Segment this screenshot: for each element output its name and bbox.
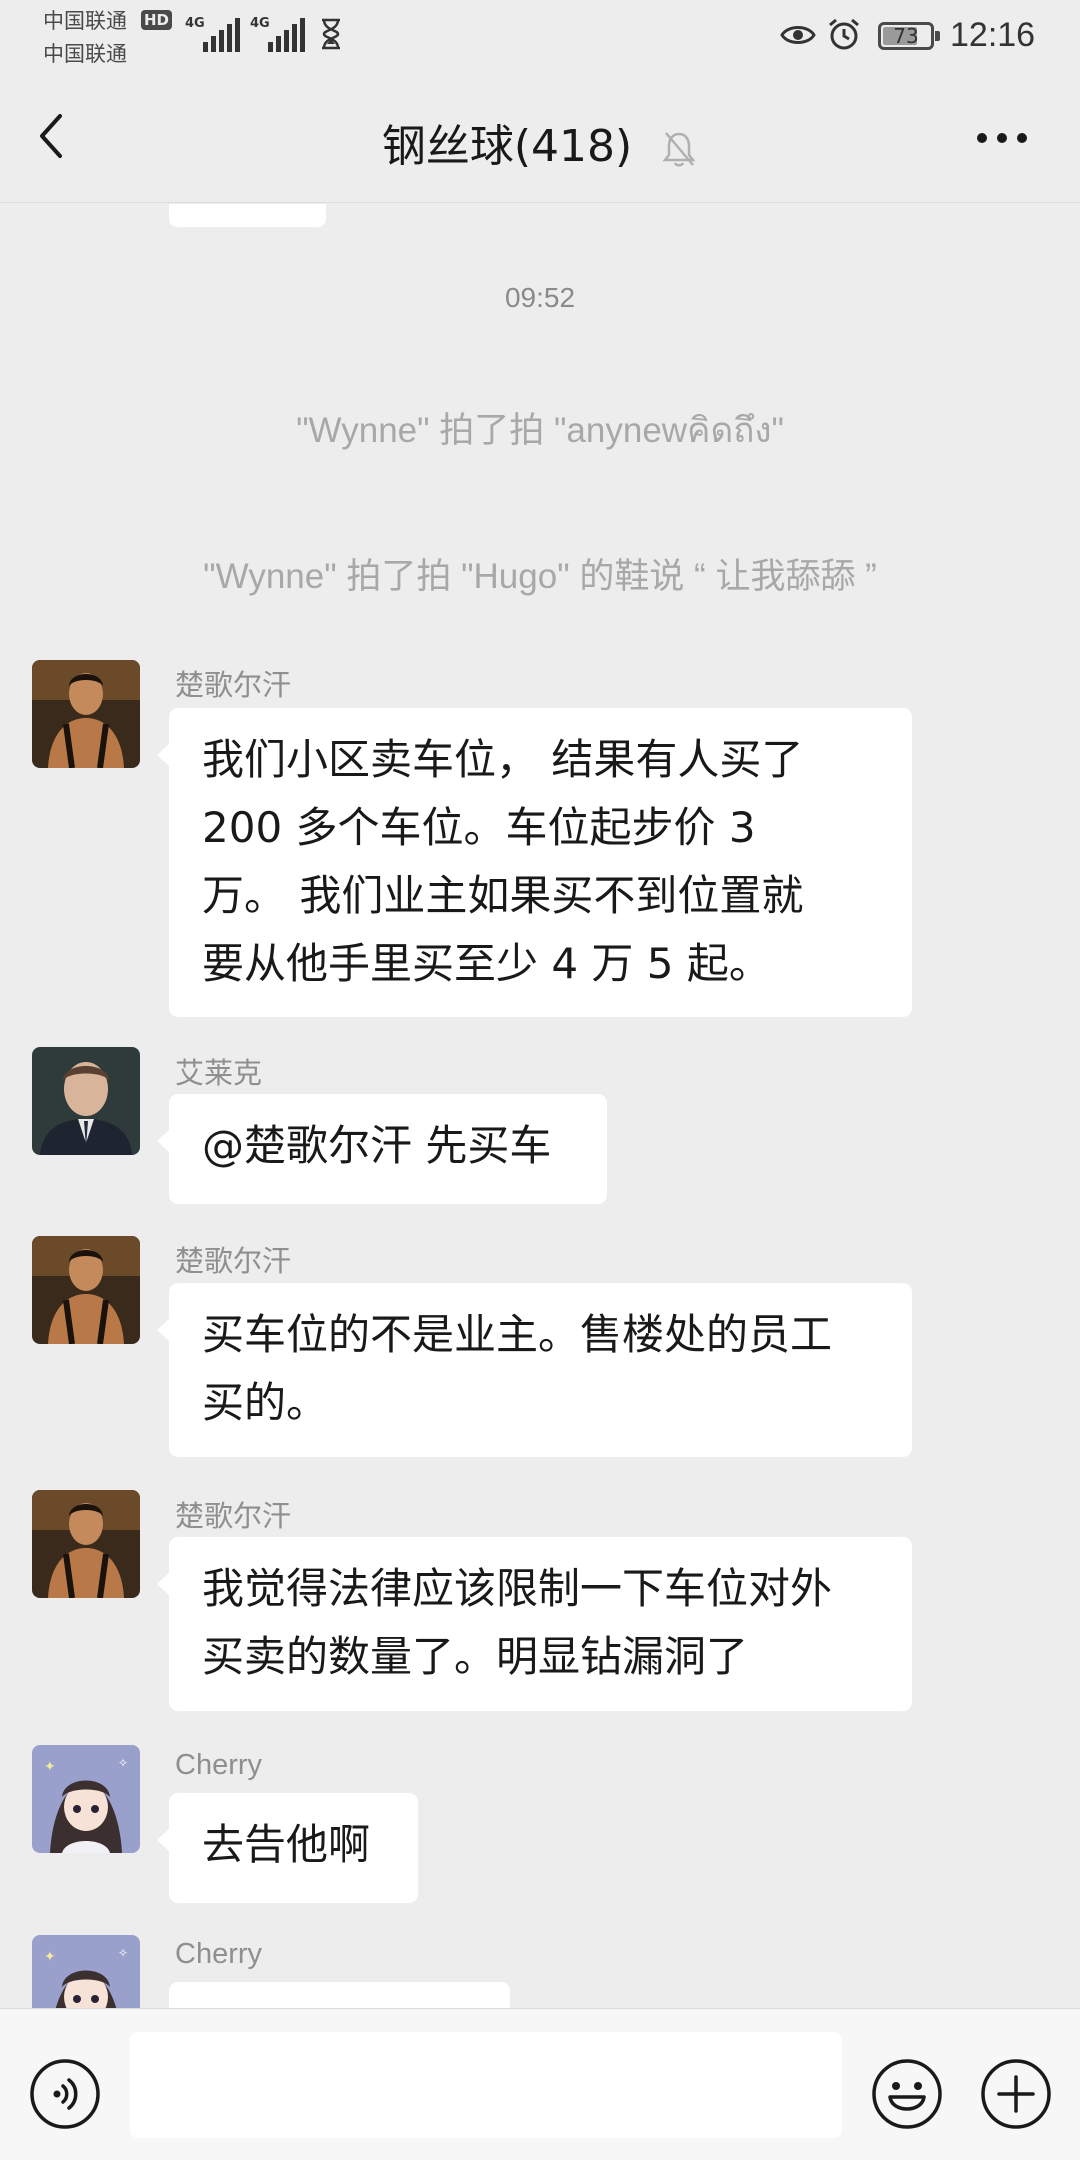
- system-message: "Wynne" 拍了拍 "anynewคิดถึง": [296, 411, 784, 450]
- message-bubble[interactable]: 我们小区卖车位， 结果有人买了 200 多个车位。车位起步价 3 万。 我们业主…: [157, 708, 912, 1017]
- message-text: 买的。: [202, 1378, 329, 1427]
- avatar[interactable]: [32, 1047, 140, 1155]
- sender-name: Cherry: [175, 1938, 263, 1970]
- page-title: 钢丝球(418): [0, 110, 1080, 174]
- system-message: "Wynne" 拍了拍 "Hugo" 的鞋说 “ 让我舔舔 ”: [203, 557, 877, 596]
- message-text: 200 多个车位。车位起步价 3: [202, 803, 756, 852]
- sender-name: 楚歌尔汗: [175, 1501, 292, 1533]
- message-text: 我们小区卖车位， 结果有人买了: [202, 735, 804, 784]
- message-text: 万。 我们业主如果买不到位置就: [202, 871, 804, 920]
- svg-text:✦: ✦: [44, 1759, 56, 1775]
- message-bubble[interactable]: 去告他啊: [157, 1793, 418, 1903]
- status-bar: 中国联通 中国联通 HD 4G 4G 73 12:16: [0, 0, 1080, 68]
- message-input[interactable]: [130, 2032, 842, 2138]
- chat-header: 钢丝球(418): [0, 68, 1080, 203]
- avatar[interactable]: ✦ ✧: [32, 1745, 140, 1853]
- more-dots-icon[interactable]: [974, 126, 1030, 150]
- eye-icon: [780, 26, 816, 44]
- avatar[interactable]: [32, 1490, 140, 1598]
- group-name: 钢丝球(418): [381, 121, 633, 172]
- message-text: 我觉得法律应该限制一下车位对外: [202, 1564, 833, 1613]
- sender-name: 楚歌尔汗: [175, 670, 292, 702]
- sender-name: 艾莱克: [175, 1058, 263, 1090]
- emoji-icon[interactable]: [870, 2057, 944, 2131]
- carrier-2: 中国联通: [43, 42, 127, 66]
- message-bubble[interactable]: 我觉得法律应该限制一下车位对外 买卖的数量了。明显钻漏洞了: [157, 1537, 912, 1711]
- message-bubble[interactable]: 买车位的不是业主。售楼处的员工 买的。: [157, 1283, 912, 1457]
- avatar[interactable]: [32, 1236, 140, 1344]
- bell-muted-icon: [662, 132, 696, 167]
- sender-name: 楚歌尔汗: [175, 1246, 292, 1278]
- chat-timestamp: 09:52: [504, 282, 576, 313]
- message-text: 去告他啊: [202, 1820, 371, 1869]
- input-bar: [0, 2008, 1080, 2160]
- avatar[interactable]: [32, 660, 140, 768]
- plus-icon[interactable]: [979, 2057, 1053, 2131]
- sender-name: Cherry: [175, 1749, 263, 1781]
- message-text: 要从他手里买至少 4 万 5 起。: [202, 939, 771, 988]
- hourglass-icon: [322, 18, 340, 50]
- svg-text:✧: ✧: [118, 1756, 128, 1770]
- message-bubble[interactable]: [169, 1982, 510, 2008]
- alarm-icon: [829, 18, 859, 50]
- svg-text:✦: ✦: [44, 1949, 56, 1965]
- carrier-1: 中国联通: [43, 9, 127, 33]
- battery-icon: 73: [878, 22, 940, 50]
- hd-badge: HD: [141, 10, 173, 30]
- partial-message-bubble[interactable]: [169, 204, 326, 227]
- avatar[interactable]: ✦ ✧: [32, 1935, 140, 2008]
- message-bubble[interactable]: @楚歌尔汗 先买车: [157, 1094, 607, 1204]
- message-text: 买卖的数量了。明显钻漏洞了: [202, 1632, 749, 1681]
- signal-icon-2: 4G: [250, 16, 306, 52]
- signal-icon-1: 4G: [185, 16, 241, 52]
- battery-percent: 73: [893, 24, 919, 48]
- voice-icon[interactable]: [28, 2057, 102, 2131]
- chat-scroll-area[interactable]: 09:52 "Wynne" 拍了拍 "anynewคิดถึง" "Wynne"…: [0, 204, 1080, 2008]
- svg-text:✧: ✧: [118, 1946, 128, 1960]
- status-time: 12:16: [950, 16, 1036, 54]
- message-text: @楚歌尔汗 先买车: [202, 1121, 552, 1170]
- message-text: 买车位的不是业主。售楼处的员工: [202, 1310, 833, 1359]
